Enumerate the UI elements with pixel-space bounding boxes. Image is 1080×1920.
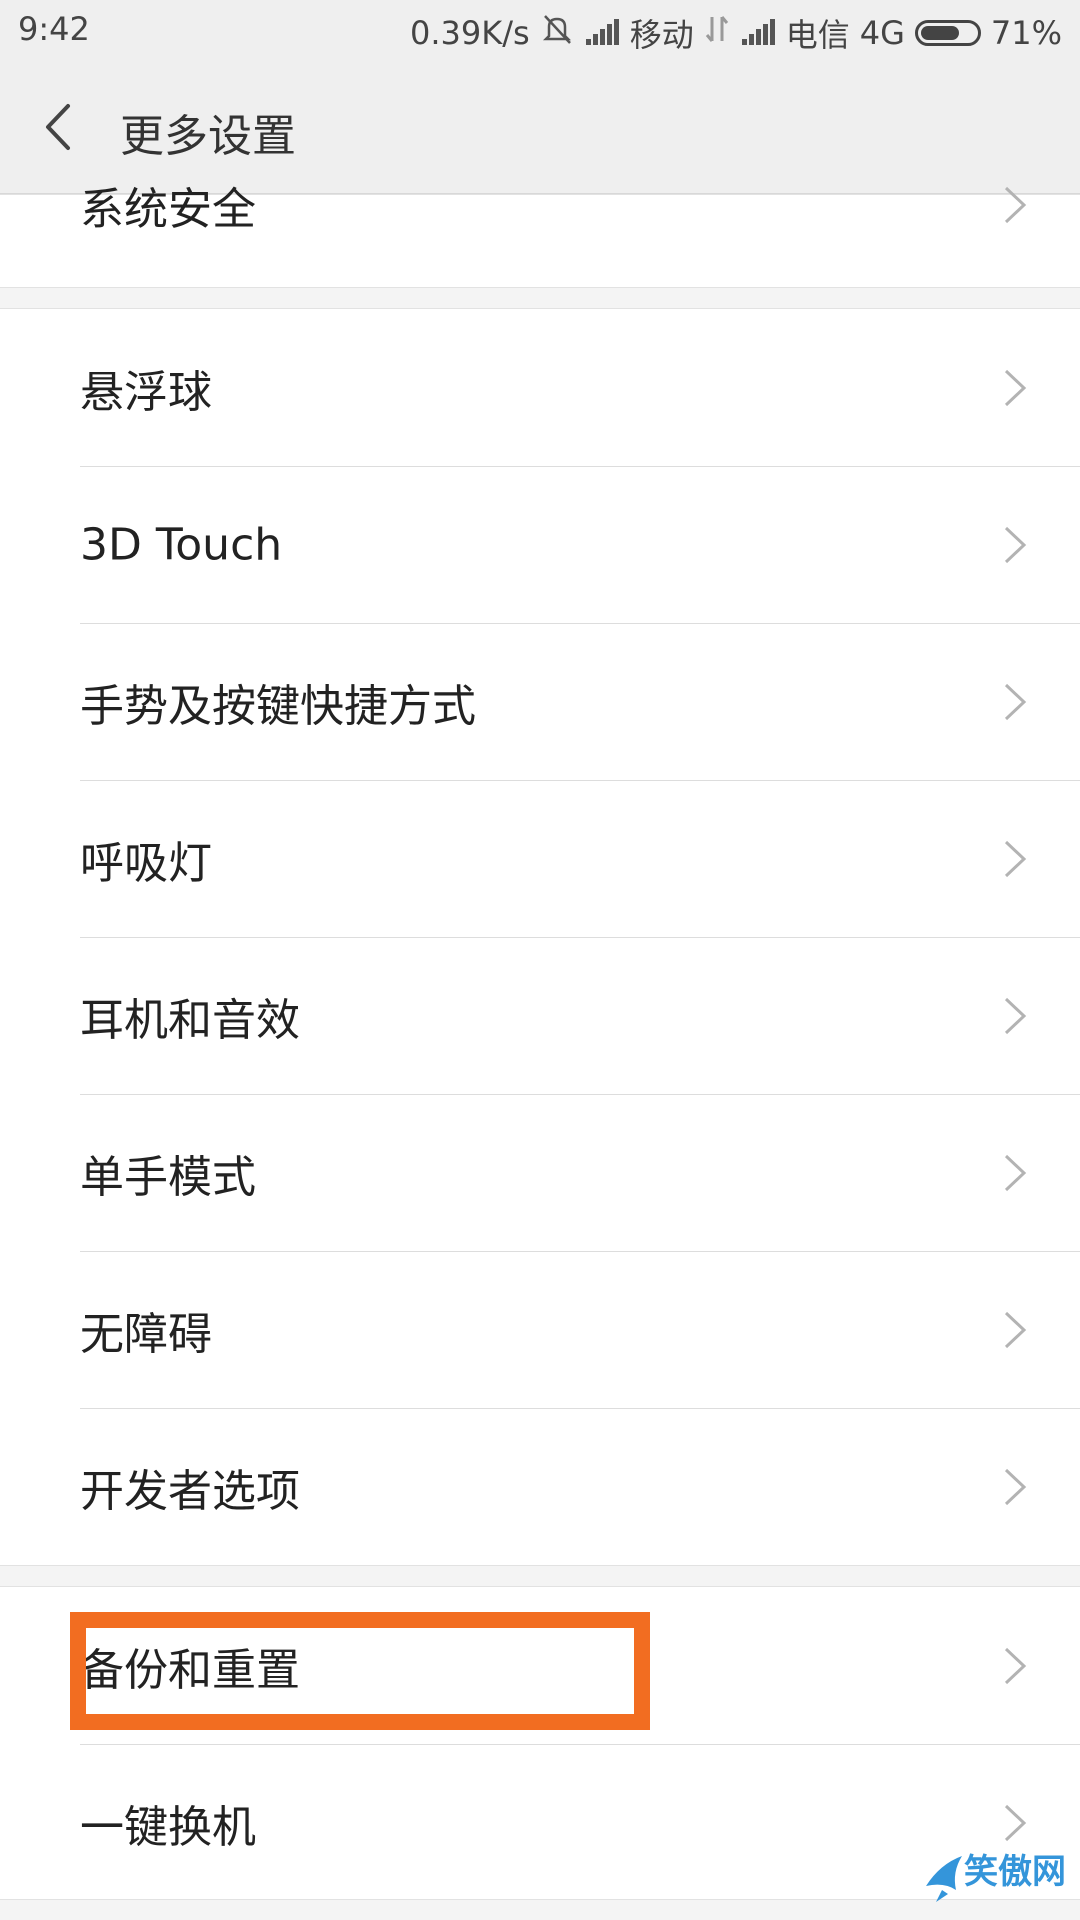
back-button[interactable] — [30, 92, 90, 162]
list-item-breathing-light[interactable]: 呼吸灯 — [0, 780, 1080, 937]
data-transfer-icon — [704, 13, 730, 53]
list-item-label: 手势及按键快捷方式 — [80, 680, 476, 732]
list-item-developer-options[interactable]: 开发者选项 — [0, 1408, 1080, 1565]
list-item-label: 系统安全 — [80, 184, 256, 235]
carrier-1: 移动 — [629, 16, 694, 54]
chevron-right-icon — [1004, 1154, 1027, 1191]
chevron-right-icon — [1004, 369, 1027, 406]
list-item-gesture-shortcuts[interactable]: 手势及按键快捷方式 — [0, 623, 1080, 780]
chevron-right-icon — [1004, 840, 1027, 877]
signal-strength-icon-2 — [740, 19, 776, 47]
list-item-headphones-audio[interactable]: 耳机和音效 — [0, 937, 1080, 1094]
carrier-2: 电信 — [785, 16, 850, 54]
chevron-right-icon — [1004, 1647, 1027, 1684]
list-item-label: 悬浮球 — [80, 366, 212, 418]
signal-strength-icon — [584, 19, 620, 47]
chevron-right-icon — [1004, 683, 1027, 720]
list-item-label: 备份和重置 — [80, 1644, 300, 1696]
list-item-label: 3D Touch — [80, 519, 283, 570]
list-item-floating-ball[interactable]: 悬浮球 — [0, 309, 1080, 466]
chevron-right-icon — [1004, 526, 1027, 563]
list-item-one-hand-mode[interactable]: 单手模式 — [0, 1094, 1080, 1251]
mute-bell-icon — [540, 12, 574, 54]
list-item-backup-reset[interactable]: 备份和重置 — [0, 1587, 1080, 1744]
network-type: 4G — [859, 14, 905, 52]
battery-level — [920, 26, 960, 40]
list-item-system-security[interactable]: 系统安全 — [0, 153, 1080, 283]
chevron-right-icon — [1004, 997, 1027, 1034]
list-item-label: 耳机和音效 — [80, 994, 300, 1046]
list-item-phone-migration[interactable]: 一键换机 — [0, 1744, 1080, 1901]
watermark: 笑傲网 — [922, 1842, 1072, 1912]
network-speed: 0.39K/s — [410, 14, 530, 52]
status-indicators: 0.39K/s 移动 电信 4G 71% — [410, 10, 1062, 56]
chevron-right-icon — [1004, 1468, 1027, 1505]
list-item-label: 一键换机 — [80, 1801, 256, 1853]
list-item-label: 无障碍 — [80, 1308, 212, 1360]
watermark-text: 笑傲网 — [964, 1852, 1066, 1892]
settings-group-1: 悬浮球 3D Touch 手势及按键快捷方式 呼吸灯 耳机和音效 单手模式 无障… — [0, 308, 1080, 1566]
list-item-label: 单手模式 — [80, 1151, 256, 1203]
shark-logo-icon — [926, 1856, 962, 1902]
battery-percent: 71% — [990, 14, 1062, 52]
chevron-right-icon — [1004, 1311, 1027, 1348]
settings-group-0: 系统安全 — [0, 184, 1080, 288]
list-item-3d-touch[interactable]: 3D Touch — [0, 466, 1080, 623]
list-item-label: 呼吸灯 — [80, 837, 212, 889]
settings-group-2: 备份和重置 一键换机 — [0, 1586, 1080, 1900]
status-bar: 9:42 0.39K/s 移动 电信 4G 71% — [0, 0, 1080, 62]
chevron-right-icon — [1004, 1804, 1027, 1841]
battery-icon — [914, 20, 981, 46]
list-item-label: 开发者选项 — [80, 1465, 300, 1517]
list-item-accessibility[interactable]: 无障碍 — [0, 1251, 1080, 1408]
status-time: 9:42 — [18, 10, 90, 48]
chevron-right-icon — [1004, 186, 1027, 224]
chevron-left-icon — [46, 104, 70, 150]
